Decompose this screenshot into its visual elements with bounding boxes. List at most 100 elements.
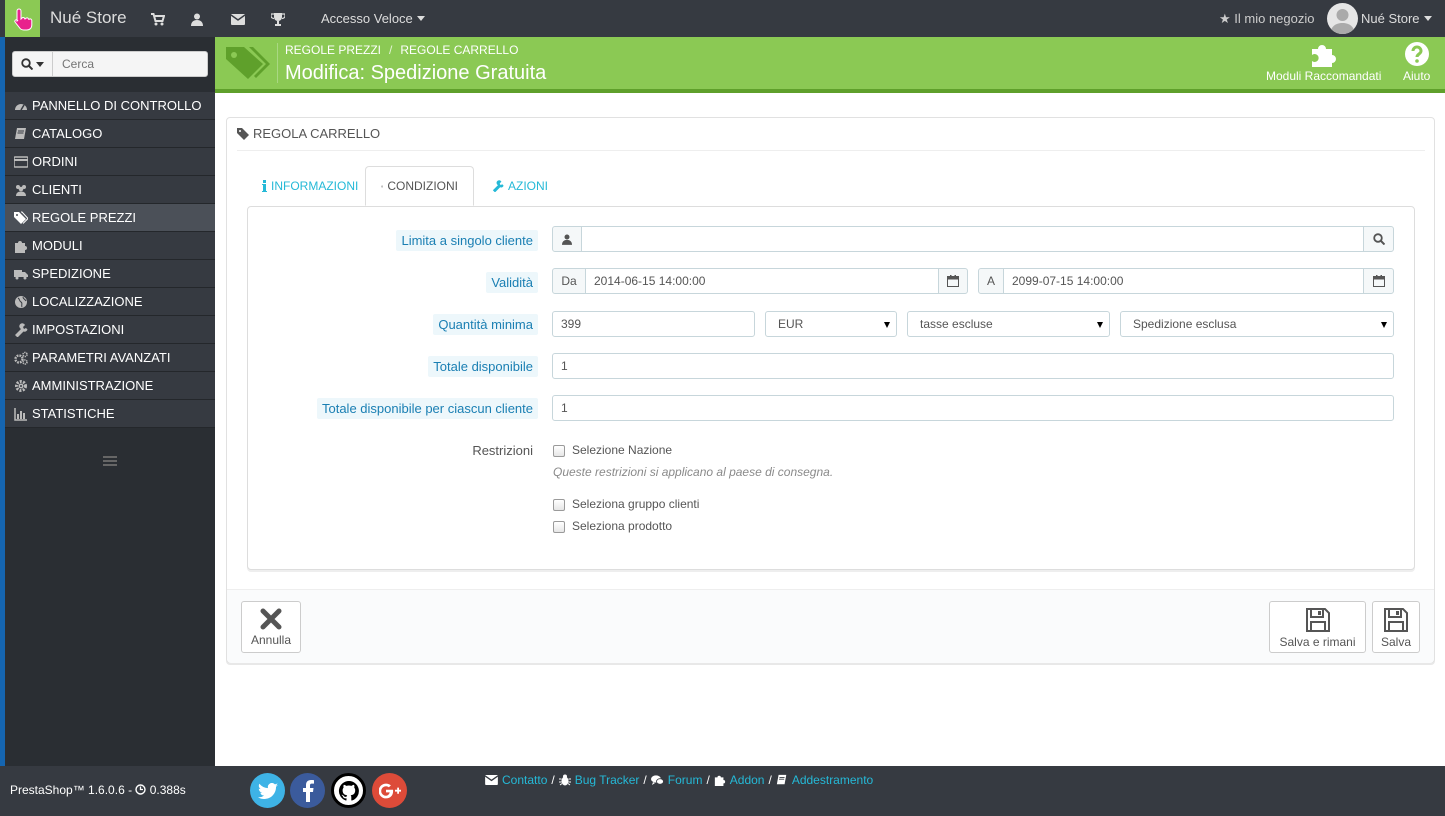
tab-information[interactable]: INFORMAZIONI xyxy=(247,166,373,206)
addons-link[interactable]: Addon xyxy=(730,773,765,787)
total-available-input[interactable] xyxy=(552,353,1394,379)
recommended-modules-button[interactable]: Moduli Raccomandati xyxy=(1266,41,1381,83)
breadcrumb-item[interactable]: REGOLE PREZZI xyxy=(285,43,381,57)
search-input[interactable] xyxy=(54,52,207,76)
sidebar-item-shipping[interactable]: SPEDIZIONE xyxy=(5,260,215,288)
mail-icon[interactable] xyxy=(230,11,246,27)
min-quantity-label: Quantità minima xyxy=(433,314,538,335)
dashboard-icon xyxy=(15,103,27,110)
header-underline xyxy=(215,89,1445,93)
bar-chart-icon xyxy=(14,407,27,421)
sidebar: PANNELLO DI CONTROLLO CATALOGO ORDINI CL… xyxy=(5,37,215,766)
sidebar-item-modules[interactable]: MODULI xyxy=(5,232,215,260)
user-icon xyxy=(552,226,582,252)
collapse-menu-icon[interactable] xyxy=(103,455,117,467)
training-link[interactable]: Addestramento xyxy=(792,773,873,787)
sidebar-item-label: CLIENTI xyxy=(32,182,82,197)
cart-icon[interactable] xyxy=(150,11,166,27)
tag-icon xyxy=(237,127,249,140)
group-restriction-label[interactable]: Seleziona gruppo clienti xyxy=(572,497,699,511)
puzzle-icon xyxy=(15,240,27,253)
sidebar-item-localization[interactable]: LOCALIZZAZIONE xyxy=(5,288,215,316)
link-separator: / xyxy=(768,773,772,787)
bug-icon xyxy=(558,774,571,786)
shipping-select[interactable]: Spedizione esclusa xyxy=(1120,311,1394,337)
sidebar-item-label: ORDINI xyxy=(32,154,78,169)
prestashop-logo[interactable] xyxy=(5,0,40,37)
link-separator: / xyxy=(643,773,647,787)
sidebar-item-customers[interactable]: CLIENTI xyxy=(5,176,215,204)
min-quantity-input[interactable] xyxy=(552,311,755,337)
puzzle-icon xyxy=(1311,45,1336,67)
credit-card-icon xyxy=(14,155,28,168)
country-restriction-checkbox[interactable] xyxy=(553,445,565,457)
github-icon[interactable] xyxy=(331,773,366,808)
puzzle-icon xyxy=(714,775,725,786)
forum-link[interactable]: Forum xyxy=(668,773,703,787)
search-icon xyxy=(21,58,33,70)
close-icon xyxy=(260,608,282,630)
sidebar-item-orders[interactable]: ORDINI xyxy=(5,148,215,176)
quick-access-dropdown[interactable]: Accesso Veloce xyxy=(321,11,425,26)
total-available-label: Totale disponibile xyxy=(428,356,538,377)
tab-conditions[interactable]: CONDIZIONI xyxy=(365,166,474,206)
cancel-button[interactable]: Annulla xyxy=(241,601,301,653)
per-customer-input[interactable] xyxy=(552,395,1394,421)
page-title: Modifica: Spedizione Gratuita xyxy=(285,62,547,84)
sidebar-item-label: IMPOSTAZIONI xyxy=(32,322,125,337)
hand-pointer-icon xyxy=(13,7,32,30)
sidebar-item-advanced-parameters[interactable]: PARAMETRI AVANZATI xyxy=(5,344,215,372)
link-separator: / xyxy=(706,773,710,787)
save-and-stay-button[interactable]: Salva e rimani xyxy=(1269,601,1366,653)
sidebar-item-label: MODULI xyxy=(32,238,83,253)
help-button[interactable]: Aiuto xyxy=(1403,41,1430,83)
date-from-input[interactable] xyxy=(585,268,939,294)
calendar-icon[interactable] xyxy=(1363,268,1394,294)
avatar[interactable] xyxy=(1327,3,1358,34)
comments-icon xyxy=(650,774,664,785)
sidebar-item-administration[interactable]: AMMINISTRAZIONE xyxy=(5,372,215,400)
twitter-icon[interactable] xyxy=(250,773,285,808)
my-store-label: Il mio negozio xyxy=(1234,11,1315,26)
search-scope-button[interactable] xyxy=(13,52,53,76)
my-store-link[interactable]: ★ Il mio negozio xyxy=(1219,11,1315,27)
per-customer-label: Totale disponibile per ciascun cliente xyxy=(316,398,538,419)
trophy-icon[interactable] xyxy=(270,11,286,27)
customer-search-input[interactable] xyxy=(581,226,1364,252)
date-to-prefix: A xyxy=(978,268,1004,294)
tax-select[interactable]: tasse escluse xyxy=(907,311,1110,337)
group-restriction-checkbox[interactable] xyxy=(553,499,565,511)
facebook-icon[interactable] xyxy=(290,773,325,808)
product-restriction-label[interactable]: Seleziona prodotto xyxy=(572,519,672,533)
bug-tracker-link[interactable]: Bug Tracker xyxy=(575,773,640,787)
contact-link[interactable]: Contatto xyxy=(502,773,547,787)
tab-label: CONDIZIONI xyxy=(387,179,458,193)
clock-icon xyxy=(135,784,147,795)
sidebar-item-catalog[interactable]: CATALOGO xyxy=(5,120,215,148)
wrench-icon xyxy=(15,322,28,337)
country-restriction-label[interactable]: Selezione Nazione xyxy=(572,443,672,457)
product-restriction-checkbox[interactable] xyxy=(553,521,565,533)
cancel-label: Annulla xyxy=(250,633,292,647)
footer-bar: PrestaShop™ 1.6.0.6 - 0.388s Contatto / B… xyxy=(0,766,1445,816)
calendar-icon[interactable] xyxy=(938,268,968,294)
sidebar-item-dashboard[interactable]: PANNELLO DI CONTROLLO xyxy=(5,92,215,120)
google-plus-icon[interactable] xyxy=(372,773,407,808)
panel-footer: Annulla Salva e rimani Salva xyxy=(227,589,1434,663)
store-name[interactable]: Nué Store xyxy=(50,8,127,28)
tab-actions[interactable]: AZIONI xyxy=(477,166,563,206)
sidebar-item-price-rules[interactable]: REGOLE PREZZI xyxy=(5,204,215,232)
profile-dropdown[interactable]: Nué Store xyxy=(1361,11,1432,26)
header-divider xyxy=(277,43,278,83)
search-icon[interactable] xyxy=(1363,226,1394,252)
sidebar-item-preferences[interactable]: IMPOSTAZIONI xyxy=(5,316,215,344)
breadcrumb-item[interactable]: REGOLE CARRELLO xyxy=(400,43,518,57)
date-to-input[interactable] xyxy=(1003,268,1364,294)
currency-select[interactable]: EUR xyxy=(765,311,897,337)
user-icon[interactable] xyxy=(189,11,205,27)
wrench-icon xyxy=(492,180,504,192)
save-button[interactable]: Salva xyxy=(1372,601,1420,653)
tags-icon xyxy=(226,47,270,79)
panel-heading-label: REGOLA CARRELLO xyxy=(253,126,381,141)
sidebar-item-stats[interactable]: STATISTICHE xyxy=(5,400,215,428)
